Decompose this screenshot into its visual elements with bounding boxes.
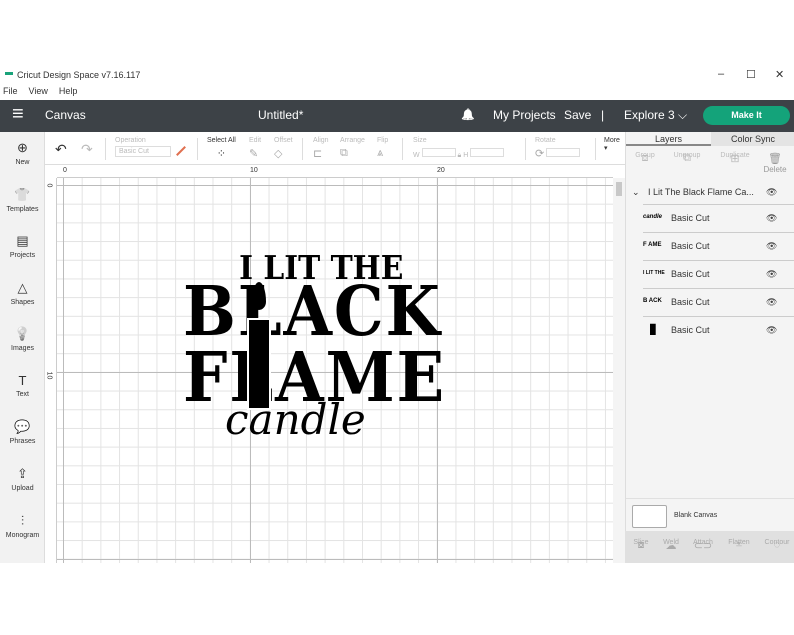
redo-icon[interactable]: ↷ bbox=[81, 141, 93, 158]
layer-row[interactable]: ▮ Basic Cut 👁︎ bbox=[643, 316, 794, 344]
header-divider: | bbox=[601, 108, 605, 122]
left-sidebar: ⊕ New 👕 Templates ▤ Projects △ Shapes 💡 Image… bbox=[0, 132, 45, 563]
new-icon: ⊕ bbox=[17, 140, 28, 155]
candle-shape[interactable] bbox=[247, 318, 271, 410]
menu-file[interactable]: File bbox=[3, 86, 18, 96]
bell-icon[interactable]: 🔔 bbox=[461, 108, 475, 121]
blank-canvas-row[interactable]: Blank Canvas bbox=[626, 498, 794, 531]
bottom-tools: ⧇ Slice ☁︎ Weld ⊂⊃ Attach ⩡ Flatten ◌ Contour bbox=[625, 531, 794, 563]
tab-layers[interactable]: Layers bbox=[626, 132, 711, 146]
eye-icon[interactable]: 👁︎ bbox=[766, 325, 777, 336]
sidebar-item-upload[interactable]: ⇪ Upload bbox=[0, 466, 45, 492]
monogram-icon: ⫶ bbox=[20, 513, 25, 528]
color-swatch[interactable] bbox=[176, 146, 186, 156]
flip-button[interactable]: Flip ⩓ bbox=[377, 137, 388, 160]
lock-icon[interactable]: 🔒︎ bbox=[458, 152, 462, 159]
offset-button[interactable]: Offset ◇ bbox=[274, 137, 293, 160]
my-projects-link[interactable]: My Projects bbox=[493, 108, 556, 122]
eye-icon[interactable]: 👁︎ bbox=[766, 241, 777, 252]
maximize-button[interactable]: ☐ bbox=[746, 68, 756, 81]
eye-icon[interactable]: 👁︎ bbox=[766, 187, 777, 198]
eye-icon[interactable]: 👁︎ bbox=[766, 213, 777, 224]
shapes-icon: △ bbox=[17, 280, 28, 295]
layers-panel: Layers Color Sync ⧈ Group ⧉ Ungroup ⊞ Dupli… bbox=[625, 132, 794, 563]
layer-row[interactable]: I LIT THE Basic Cut 👁︎ bbox=[643, 260, 794, 288]
make-it-button[interactable]: Make It bbox=[703, 106, 790, 125]
eye-icon[interactable]: 👁︎ bbox=[766, 269, 777, 280]
sidebar-item-projects[interactable]: ▤ Projects bbox=[0, 233, 45, 259]
sidebar-item-images[interactable]: 💡 Images bbox=[0, 326, 45, 352]
header: ≡ Canvas Untitled* 🔔 My Projects Save | … bbox=[0, 100, 794, 132]
minimize-button[interactable]: – bbox=[718, 68, 724, 80]
select-all-button[interactable]: Select All ⁘ bbox=[207, 137, 236, 160]
menu-view[interactable]: View bbox=[29, 86, 48, 96]
height-input[interactable] bbox=[470, 148, 505, 157]
app-logo bbox=[5, 72, 13, 75]
layer-row[interactable]: F AME Basic Cut 👁︎ bbox=[643, 232, 794, 260]
undo-icon[interactable]: ↶ bbox=[55, 141, 67, 158]
document-title[interactable]: Untitled* bbox=[258, 108, 303, 122]
window-title: Cricut Design Space v7.16.117 bbox=[17, 70, 141, 80]
width-input[interactable] bbox=[421, 148, 456, 157]
operation-group: Operation Basic Cut bbox=[115, 137, 171, 157]
layer-row[interactable]: candle Basic Cut 👁︎ bbox=[643, 204, 794, 232]
images-icon: 💡 bbox=[14, 326, 31, 341]
machine-select[interactable]: Explore 3 ⌵ bbox=[624, 108, 687, 123]
tab-color-sync[interactable]: Color Sync bbox=[711, 132, 794, 146]
sidebar-item-text[interactable]: T Text bbox=[0, 373, 45, 398]
sidebar-item-templates[interactable]: 👕 Templates bbox=[0, 187, 45, 213]
title-bar: Cricut Design Space v7.16.117 – ☐ ✕ bbox=[0, 66, 794, 86]
delete-button[interactable]: 🗑︎ Delete bbox=[757, 152, 793, 174]
chevron-down-icon[interactable]: ⌄ bbox=[632, 187, 640, 198]
hamburger-menu-icon[interactable]: ≡ bbox=[12, 103, 24, 126]
section-title: Canvas bbox=[45, 108, 86, 122]
text-icon: T bbox=[18, 373, 27, 388]
sidebar-item-new[interactable]: ⊕ New bbox=[0, 140, 45, 166]
left-ruler: 0 10 bbox=[45, 178, 57, 563]
toolbar: ↶ ↷ Operation Basic Cut Select All ⁘ Edit ✎… bbox=[45, 132, 625, 165]
eye-icon[interactable]: 👁︎ bbox=[766, 297, 777, 308]
operation-select[interactable]: Basic Cut bbox=[115, 146, 171, 157]
close-button[interactable]: ✕ bbox=[775, 68, 784, 81]
layer-row[interactable]: B ACK Basic Cut 👁︎ bbox=[643, 288, 794, 316]
sidebar-item-phrases[interactable]: 💬 Phrases bbox=[0, 419, 45, 445]
more-button[interactable]: More ▾ bbox=[604, 137, 620, 152]
layer-group-row[interactable]: ⌄ I Lit The Black Flame Ca... 👁︎ bbox=[626, 182, 794, 204]
arrange-button[interactable]: Arrange ⧉ bbox=[340, 137, 365, 160]
layer-tools: ⧈ Group ⧉ Ungroup ⊞ Duplicate 🗑︎ Delete bbox=[626, 146, 794, 182]
save-button[interactable]: Save bbox=[564, 108, 591, 122]
rotate-input[interactable] bbox=[546, 148, 581, 157]
rotate-group: Rotate ⟳ bbox=[535, 137, 581, 160]
edit-button[interactable]: Edit ✎ bbox=[249, 137, 261, 160]
projects-icon: ▤ bbox=[16, 233, 29, 248]
size-group: Size W 🔒︎ H bbox=[413, 137, 505, 160]
group-name: I Lit The Black Flame Ca... bbox=[648, 187, 754, 197]
canvas-scrollbar[interactable] bbox=[613, 178, 625, 563]
canvas-swatch[interactable] bbox=[632, 505, 667, 528]
upload-icon: ⇪ bbox=[17, 466, 28, 481]
sidebar-item-shapes[interactable]: △ Shapes bbox=[0, 280, 45, 306]
menu-help[interactable]: Help bbox=[59, 86, 78, 96]
align-button[interactable]: Align ⊏ bbox=[313, 137, 329, 160]
menu-bar: File View Help bbox=[0, 86, 85, 100]
phrases-icon: 💬 bbox=[14, 419, 31, 434]
top-ruler: 0 10 20 bbox=[57, 165, 613, 178]
templates-icon: 👕 bbox=[14, 187, 31, 202]
sidebar-item-monogram[interactable]: ⫶ Monogram bbox=[0, 513, 45, 539]
